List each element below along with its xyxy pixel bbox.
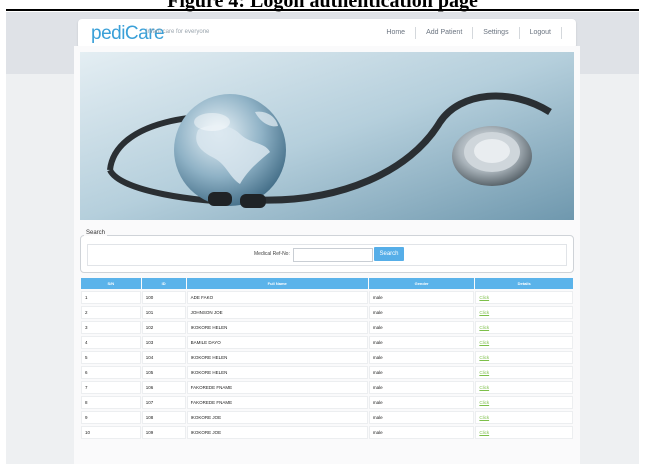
table-row: 10 109 IKOKORE JOE male Click	[81, 426, 573, 439]
main-nav: Home Add Patient Settings Logout	[376, 27, 562, 39]
details-link[interactable]: Click	[475, 351, 573, 364]
cell-gender: male	[368, 351, 475, 364]
table-row: 5 104 IKOKORE HELEN male Click	[81, 351, 573, 364]
cell-gender: male	[368, 336, 475, 349]
cell-full-name: IKOKORE JOE	[186, 426, 368, 439]
nav-home[interactable]: Home	[376, 27, 415, 39]
details-link[interactable]: Click	[475, 306, 573, 319]
table-row: 4 103 BAMILE DAYO male Click	[81, 336, 573, 349]
cell-sn: 2	[81, 306, 141, 319]
cell-sn: 9	[81, 411, 141, 424]
caption-rule	[6, 9, 639, 11]
cell-full-name: IKOKORE JOE	[186, 411, 368, 424]
cell-id: 102	[141, 321, 186, 334]
table-header-row: S/N ID Full Name Gender Details	[81, 278, 573, 289]
table-row: 7 106 FAKOREDE FNAME male Click	[81, 381, 573, 394]
cell-id: 104	[141, 351, 186, 364]
cell-gender: male	[368, 366, 475, 379]
details-link[interactable]: Click	[475, 426, 573, 439]
details-link[interactable]: Click	[475, 411, 573, 424]
cell-full-name: ADE FAKO	[186, 291, 368, 304]
patients-table: S/N ID Full Name Gender Details 1 100 ADE …	[80, 276, 574, 441]
search-button[interactable]: Search	[374, 247, 404, 261]
cell-gender: male	[368, 306, 475, 319]
col-header-full-name: Full Name	[186, 278, 368, 289]
table-row: 1 100 ADE FAKO male Click	[81, 291, 573, 304]
cell-full-name: FAKOREDE FNAME	[186, 396, 368, 409]
nav-logout[interactable]: Logout	[518, 27, 561, 39]
details-link[interactable]: Click	[475, 321, 573, 334]
nav-add-patient[interactable]: Add Patient	[415, 27, 472, 39]
cell-id: 107	[141, 396, 186, 409]
cell-sn: 5	[81, 351, 141, 364]
cell-sn: 1	[81, 291, 141, 304]
cell-id: 106	[141, 381, 186, 394]
stethoscope-globe-banner	[80, 52, 574, 220]
cell-gender: male	[368, 291, 475, 304]
col-header-id: ID	[141, 278, 186, 289]
browser-page: pediCare Infant care for everyone Home A…	[6, 12, 639, 464]
table-row: 8 107 FAKOREDE FNAME male Click	[81, 396, 573, 409]
cell-gender: male	[368, 381, 475, 394]
cell-id: 101	[141, 306, 186, 319]
cell-sn: 3	[81, 321, 141, 334]
cell-sn: 10	[81, 426, 141, 439]
details-link[interactable]: Click	[475, 336, 573, 349]
cell-gender: male	[368, 426, 475, 439]
earpiece-left	[208, 192, 232, 206]
main-content: Search Medical Ref-No: Search S/N ID Ful…	[74, 46, 580, 464]
nav-divider	[561, 27, 562, 39]
earpiece-right	[240, 194, 266, 208]
medical-ref-input[interactable]	[293, 248, 373, 262]
cell-sn: 6	[81, 366, 141, 379]
details-link[interactable]: Click	[475, 291, 573, 304]
cell-id: 103	[141, 336, 186, 349]
cell-sn: 7	[81, 381, 141, 394]
details-link[interactable]: Click	[475, 366, 573, 379]
table-row: 6 105 IKOKORE HELEN male Click	[81, 366, 573, 379]
cell-full-name: JOHNSON JOE	[186, 306, 368, 319]
app-tagline: Infant care for everyone	[146, 29, 210, 35]
search-legend: Search	[84, 230, 108, 236]
search-row: Medical Ref-No: Search	[87, 244, 567, 266]
medical-ref-label: Medical Ref-No:	[254, 251, 290, 257]
search-panel: Search Medical Ref-No: Search	[80, 230, 574, 273]
site-header: pediCare Infant care for everyone Home A…	[78, 19, 576, 49]
table-row: 3 102 IKOKORE HELEN male Click	[81, 321, 573, 334]
cell-full-name: IKOKORE HELEN	[186, 351, 368, 364]
cell-id: 108	[141, 411, 186, 424]
cell-sn: 8	[81, 396, 141, 409]
cell-gender: male	[368, 411, 475, 424]
cell-gender: male	[368, 396, 475, 409]
cell-id: 100	[141, 291, 186, 304]
cell-gender: male	[368, 321, 475, 334]
table-row: 2 101 JOHNSON JOE male Click	[81, 306, 573, 319]
cell-id: 105	[141, 366, 186, 379]
col-header-details: Details	[475, 278, 573, 289]
cell-id: 109	[141, 426, 186, 439]
nav-settings[interactable]: Settings	[472, 27, 518, 39]
details-link[interactable]: Click	[475, 381, 573, 394]
cell-full-name: IKOKORE HELEN	[186, 366, 368, 379]
details-link[interactable]: Click	[475, 396, 573, 409]
cell-sn: 4	[81, 336, 141, 349]
table-row: 9 108 IKOKORE JOE male Click	[81, 411, 573, 424]
col-header-gender: Gender	[368, 278, 475, 289]
cell-full-name: FAKOREDE FNAME	[186, 381, 368, 394]
cell-full-name: BAMILE DAYO	[186, 336, 368, 349]
cell-full-name: IKOKORE HELEN	[186, 321, 368, 334]
col-header-sn: S/N	[81, 278, 141, 289]
